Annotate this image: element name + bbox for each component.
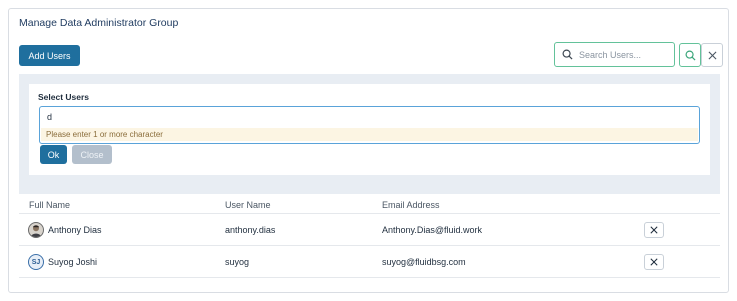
users-table: Full Name User Name Email Address Anthon… [19,194,720,278]
avatar: SJ [28,254,44,270]
column-header-user-name: User Name [225,200,271,210]
column-header-full-name: Full Name [29,200,71,210]
user-photo-icon [31,225,41,237]
add-users-button[interactable]: Add Users [19,45,80,66]
table-row: SJ Suyog Joshi suyog suyog@fluidbsg.com [19,246,720,278]
search-field[interactable] [554,42,675,67]
ok-button[interactable]: Ok [40,145,67,164]
close-icon [708,51,716,59]
user-email: Anthony.Dias@fluid.work [382,225,483,235]
select-users-label: Select Users [38,92,90,102]
user-full-name: Anthony Dias [48,225,102,235]
search-button[interactable] [679,43,701,67]
search-input[interactable] [579,49,669,60]
select-users-box: Select Users d Please enter 1 or more ch… [29,84,710,175]
column-header-email: Email Address [382,200,440,210]
select-users-input-value[interactable]: d [47,112,52,122]
clear-search-button[interactable] [701,43,723,67]
close-icon [650,226,658,234]
select-users-input[interactable]: d Please enter 1 or more character [39,106,700,144]
close-icon [650,258,658,266]
page-title: Manage Data Administrator Group [19,17,179,29]
close-button[interactable]: Close [72,145,112,164]
remove-user-button[interactable] [644,222,664,238]
user-name: suyog [225,257,250,267]
remove-user-button[interactable] [644,254,664,270]
user-name: anthony.dias [225,225,276,235]
avatar [28,222,44,238]
table-header: Full Name User Name Email Address [19,194,720,214]
search-icon [685,50,696,61]
input-hint-message: Please enter 1 or more character [41,128,698,141]
manage-group-panel: Manage Data Administrator Group Add User… [8,8,729,293]
user-email: suyog@fluidbsg.com [382,257,466,267]
search-icon [562,49,573,60]
select-users-area: Select Users d Please enter 1 or more ch… [19,74,720,194]
table-row: Anthony Dias anthony.dias Anthony.Dias@f… [19,214,720,246]
user-full-name: Suyog Joshi [48,257,98,267]
